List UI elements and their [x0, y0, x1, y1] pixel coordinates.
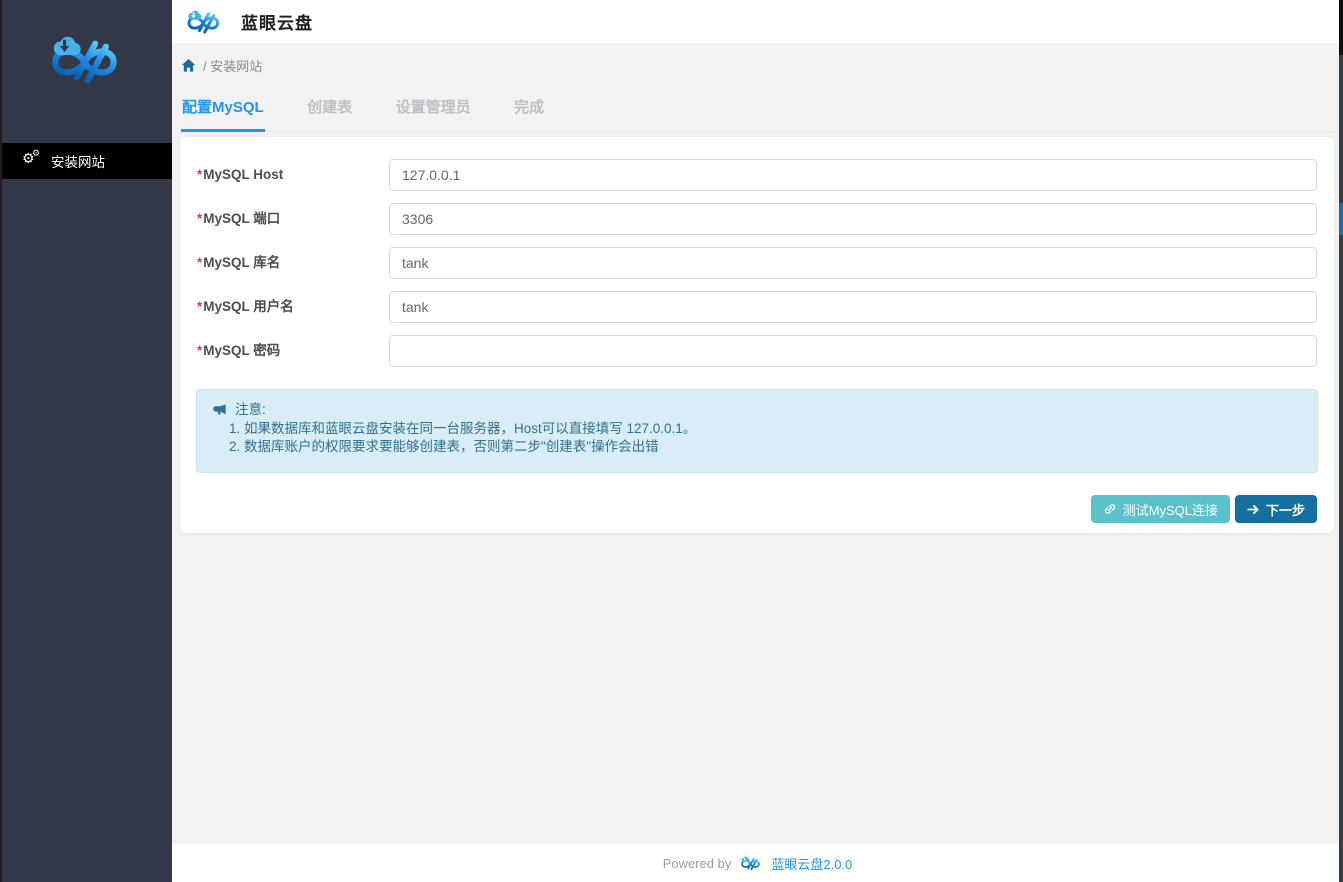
footer-logo-icon — [737, 855, 765, 871]
tab-set-admin[interactable]: 设置管理员 — [395, 92, 472, 129]
scrollbar-thumb[interactable] — [1339, 203, 1343, 235]
form-row-mysql-password: *MySQL 密码 — [180, 335, 1334, 367]
mysql-host-label: *MySQL Host — [197, 159, 283, 191]
mysql-port-input[interactable] — [389, 203, 1317, 235]
form-row-mysql-port: *MySQL 端口 — [180, 203, 1334, 235]
mysql-host-input[interactable] — [389, 159, 1317, 191]
notice-title: 注意: — [235, 401, 266, 419]
powered-by-text: Powered by — [663, 856, 732, 871]
notice-line-2: 2. 数据库账户的权限要求要能够创建表，否则第二步"创建表"操作会出错 — [229, 438, 1301, 456]
bullhorn-icon — [213, 403, 228, 418]
scrollbar-top-cap — [1339, 0, 1343, 55]
main-area: 蓝眼云盘 / 安装网站 配置MySQL 创建表 设置管理员 完成 *MySQL … — [172, 0, 1343, 882]
app-logo-icon — [40, 28, 132, 90]
sidebar: ⚙⚙ 安装网站 — [0, 0, 172, 882]
mysql-password-label: *MySQL 密码 — [197, 335, 280, 367]
breadcrumb: / 安装网站 — [181, 56, 262, 75]
next-step-button[interactable]: 下一步 — [1235, 495, 1317, 523]
notice-line-1: 1. 如果数据库和蓝眼云盘安装在同一台服务器，Host可以直接填写 127.0.… — [229, 420, 1301, 438]
arrow-right-icon — [1247, 503, 1260, 516]
footer-brand-link[interactable]: 蓝眼云盘2.0.0 — [771, 854, 852, 873]
scrollbar-track[interactable] — [1339, 0, 1343, 882]
top-header: 蓝眼云盘 — [172, 0, 1343, 43]
tab-configure-mysql[interactable]: 配置MySQL — [181, 92, 265, 132]
mysql-username-label: *MySQL 用户名 — [197, 291, 294, 323]
mysql-password-input[interactable] — [389, 335, 1317, 367]
tab-finish[interactable]: 完成 — [513, 92, 545, 129]
window-left-edge — [0, 0, 2, 882]
app-title: 蓝眼云盘 — [241, 9, 313, 34]
mysql-username-input[interactable] — [389, 291, 1317, 323]
mysql-database-input[interactable] — [389, 247, 1317, 279]
sidebar-item-label: 安装网站 — [51, 151, 105, 171]
mysql-config-card: *MySQL Host *MySQL 端口 *MySQL 库名 *MySQL 用… — [180, 137, 1334, 533]
app-logo-icon — [180, 8, 228, 35]
mysql-port-label: *MySQL 端口 — [197, 203, 280, 235]
link-icon — [1103, 502, 1117, 516]
form-row-mysql-database: *MySQL 库名 — [180, 247, 1334, 279]
notice-box: 注意: 1. 如果数据库和蓝眼云盘安装在同一台服务器，Host可以直接填写 12… — [196, 389, 1318, 473]
form-actions: 测试MySQL连接 下一步 — [1091, 495, 1317, 523]
tab-create-tables[interactable]: 创建表 — [306, 92, 353, 129]
test-mysql-connection-button[interactable]: 测试MySQL连接 — [1091, 495, 1230, 523]
form-row-mysql-host: *MySQL Host — [180, 159, 1334, 191]
sidebar-item-install-site[interactable]: ⚙⚙ 安装网站 — [0, 143, 172, 179]
home-icon[interactable] — [181, 58, 196, 73]
breadcrumb-path: / 安装网站 — [203, 56, 262, 75]
footer: Powered by 蓝眼云盘2.0.0 — [172, 844, 1343, 882]
form-row-mysql-username: *MySQL 用户名 — [180, 291, 1334, 323]
wizard-tabs: 配置MySQL 创建表 设置管理员 完成 — [181, 92, 1335, 132]
mysql-database-label: *MySQL 库名 — [197, 247, 280, 279]
cogs-icon: ⚙⚙ — [22, 153, 40, 169]
